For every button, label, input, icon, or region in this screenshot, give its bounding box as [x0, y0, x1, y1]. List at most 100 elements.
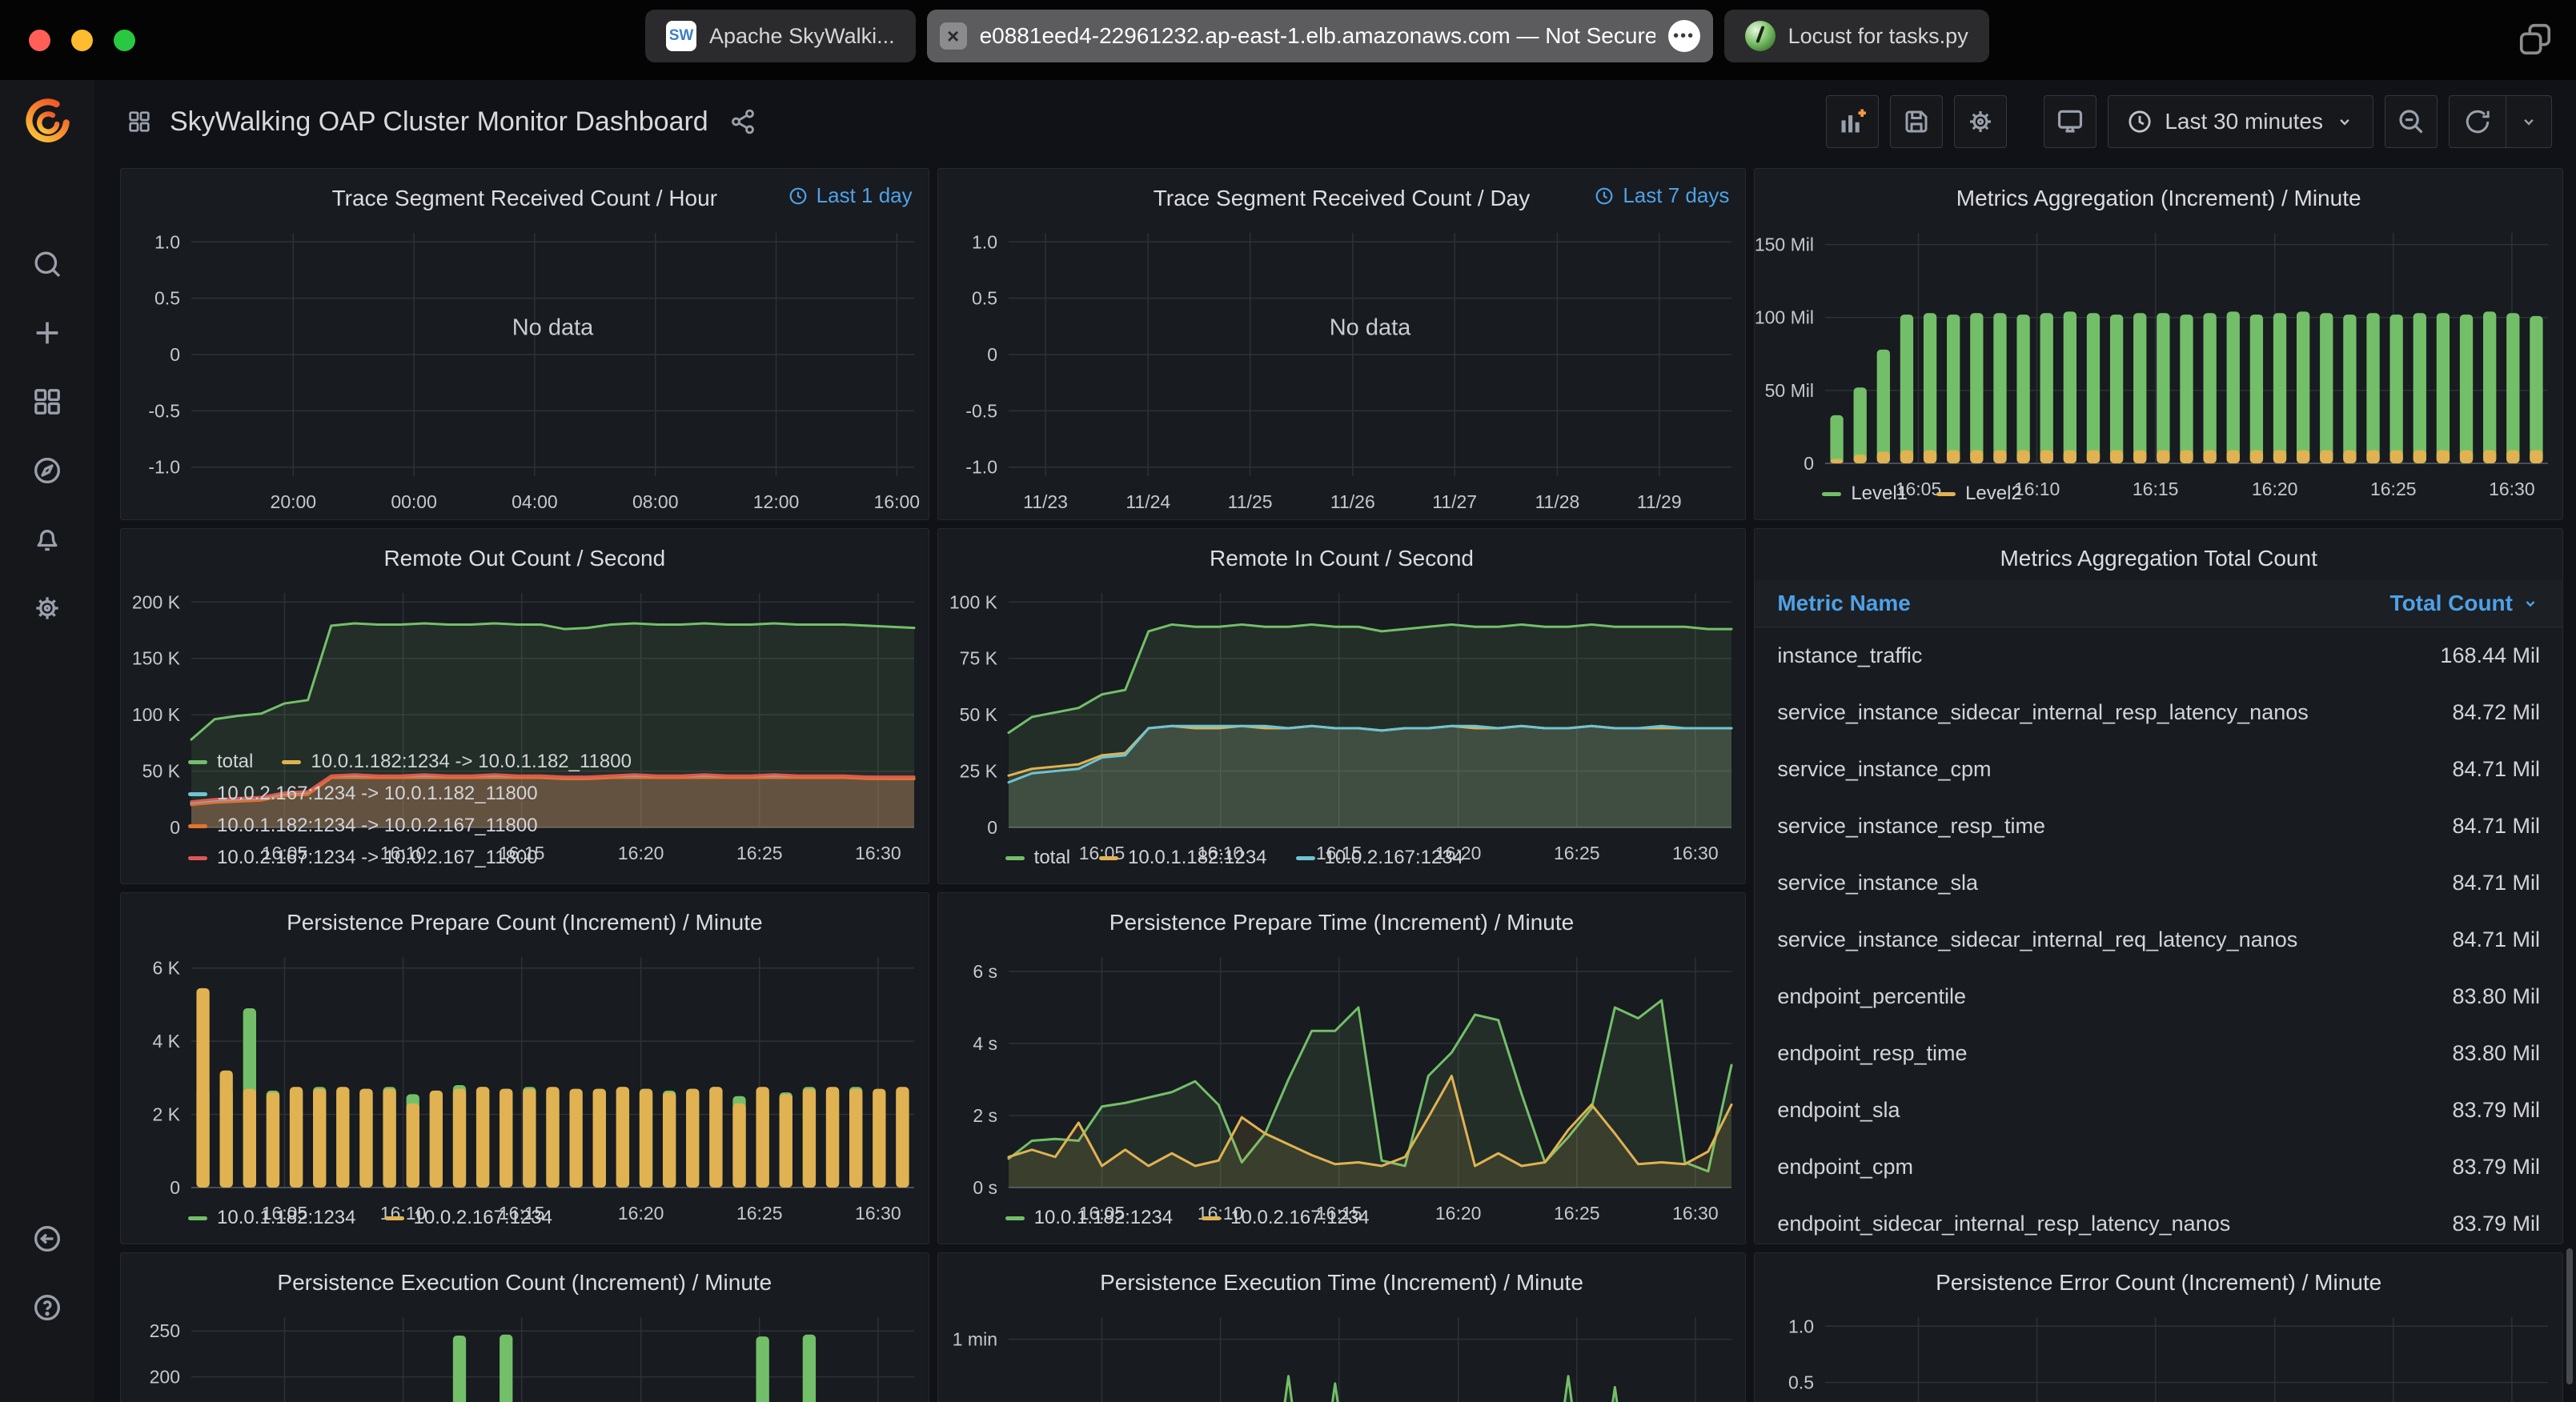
add-panel-button[interactable]	[1826, 95, 1879, 148]
tab-skywalking[interactable]: SW Apache SkyWalki...	[645, 10, 916, 62]
legend-color-dash	[385, 1216, 404, 1220]
refresh-interval-dropdown[interactable]	[2506, 96, 2551, 147]
svg-text:0: 0	[170, 1177, 180, 1198]
svg-text:No data: No data	[512, 315, 594, 341]
panel-trace-segment-hour: Trace Segment Received Count / Hour Last…	[120, 168, 929, 520]
apps-grid-icon[interactable]	[126, 109, 152, 134]
panel-persistence-execution-time: Persistence Execution Time (Increment) /…	[937, 1252, 1747, 1402]
svg-text:6 K: 6 K	[152, 958, 180, 979]
legend-item[interactable]: total	[1005, 843, 1070, 872]
tab-overview-icon[interactable]	[2517, 21, 2554, 58]
time-range-picker[interactable]: Last 30 minutes	[2108, 95, 2373, 148]
add-icon[interactable]	[31, 317, 63, 349]
tab-active-dashboard[interactable]: × e0881eed4-22961232.ap-east-1.elb.amazo…	[927, 10, 1713, 62]
panel-title[interactable]: Trace Segment Received Count / Hour	[332, 186, 717, 211]
tab-bar: SW Apache SkyWalki... × e0881eed4-229612…	[645, 10, 1989, 62]
legend-color-dash	[1822, 492, 1841, 496]
total-count-cell: 84.71 Mil	[2452, 927, 2540, 952]
legend-item[interactable]: 10.0.1.182:1234	[1099, 843, 1267, 872]
tab-options-icon[interactable]: •••	[1668, 20, 1700, 52]
tab-locust[interactable]: Locust for tasks.py	[1724, 10, 1989, 62]
dashboard-title: SkyWalking OAP Cluster Monitor Dashboard	[170, 106, 708, 138]
legend-item[interactable]: Level2	[1936, 479, 2022, 508]
refresh-button-group	[2449, 95, 2552, 148]
legend-item[interactable]: 10.0.2.167:1234 -> 10.0.2.167_11800	[188, 843, 538, 872]
panel-title[interactable]: Persistence Execution Count (Increment) …	[277, 1270, 772, 1296]
zoom-window-button[interactable]	[114, 30, 135, 51]
sign-out-icon[interactable]	[31, 1223, 63, 1255]
legend-item[interactable]: total	[188, 747, 253, 776]
panel-title[interactable]: Trace Segment Received Count / Day	[1154, 186, 1531, 211]
panel-persistence-execution-count: Persistence Execution Count (Increment) …	[120, 1252, 929, 1402]
dashboard-settings-button[interactable]	[1954, 95, 2007, 148]
tab-title: e0881eed4-22961232.ap-east-1.elb.amazona…	[980, 23, 1655, 49]
time-override-badge: Last 7 days	[1594, 183, 1729, 208]
panel-title[interactable]: Metrics Aggregation (Increment) / Minute	[1956, 186, 2361, 211]
legend-item[interactable]: Level1	[1822, 479, 1908, 508]
legend-item[interactable]: 10.0.2.167:1234	[385, 1204, 553, 1232]
save-dashboard-button[interactable]	[1890, 95, 1943, 148]
panel-title[interactable]: Persistence Execution Time (Increment) /…	[1100, 1270, 1583, 1296]
legend-item[interactable]: 10.0.1.182:1234 -> 10.0.1.182_11800	[282, 747, 632, 776]
panel-title[interactable]: Persistence Prepare Count (Increment) / …	[287, 910, 762, 935]
dashboards-icon[interactable]	[31, 386, 63, 418]
svg-text:11/24: 11/24	[1125, 491, 1170, 512]
main-area: SkyWalking OAP Cluster Monitor Dashboard…	[94, 80, 2576, 1402]
column-header-metric-name[interactable]: Metric Name	[1777, 591, 1911, 616]
panel-title[interactable]: Persistence Error Count (Increment) / Mi…	[1936, 1270, 2381, 1296]
alerting-bell-icon[interactable]	[31, 523, 63, 555]
total-count-cell: 83.80 Mil	[2452, 1041, 2540, 1066]
legend-item[interactable]: 10.0.2.167:1234	[1296, 843, 1464, 872]
chart-persistence-error-count: 1.00.50-0.5-1.016:0516:1016:1516:2016:25…	[1755, 1304, 2562, 1402]
metric-name-cell: service_instance_resp_time	[1777, 814, 2045, 839]
svg-text:200: 200	[150, 1367, 180, 1388]
chart-svg: 1 min40 s20 s0 s16:0516:1016:1516:2016:2…	[938, 1304, 1746, 1402]
chart-legend: total 10.0.1.182:1234 -> 10.0.1.182_11800…	[121, 746, 929, 883]
legend-color-dash	[1005, 1216, 1025, 1220]
panel-title[interactable]: Remote In Count / Second	[1210, 546, 1474, 571]
panel-title[interactable]: Metrics Aggregation Total Count	[2000, 546, 2317, 571]
panel-title[interactable]: Remote Out Count / Second	[383, 546, 665, 571]
grafana-logo[interactable]	[24, 98, 70, 144]
legend-color-dash	[188, 1216, 207, 1220]
legend-item[interactable]: 10.0.1.182:1234 -> 10.0.2.167_11800	[188, 811, 538, 840]
column-header-total-count[interactable]: Total Count	[2390, 591, 2540, 616]
svg-text:200 K: 200 K	[132, 591, 181, 612]
share-icon[interactable]	[729, 108, 756, 135]
svg-text:150 K: 150 K	[132, 648, 181, 669]
tab-title: Locust for tasks.py	[1788, 24, 1968, 49]
svg-text:04:00: 04:00	[512, 491, 558, 512]
svg-text:1.0: 1.0	[1788, 1316, 1814, 1336]
total-count-cell: 84.72 Mil	[2452, 700, 2540, 725]
legend-item[interactable]: 10.0.1.182:1234	[188, 1204, 356, 1232]
explore-compass-icon[interactable]	[31, 455, 63, 487]
chart-trace-segment-hour: 1.00.50-0.5-1.020:0000:0004:0008:0012:00…	[121, 220, 929, 519]
svg-text:08:00: 08:00	[632, 491, 679, 512]
legend-item[interactable]: 10.0.1.182:1234	[1005, 1204, 1174, 1232]
svg-text:11/27: 11/27	[1432, 491, 1477, 512]
svg-text:00:00: 00:00	[391, 491, 437, 512]
chart-remote-in: 100 K75 K50 K25 K016:0516:1016:1516:2016…	[938, 580, 1746, 842]
minimize-window-button[interactable]	[71, 30, 93, 51]
configuration-gear-icon[interactable]	[31, 592, 63, 624]
close-window-button[interactable]	[29, 30, 50, 51]
refresh-dashboard-button[interactable]	[2450, 96, 2506, 147]
chart-legend: 10.0.1.182:1234 10.0.2.167:1234	[938, 1202, 1746, 1244]
metric-name-cell: service_instance_sidecar_internal_req_la…	[1777, 927, 2297, 952]
legend-item[interactable]: 10.0.2.167:1234	[1202, 1204, 1370, 1232]
page-scrollbar[interactable]	[2566, 1248, 2573, 1384]
chart-svg: 100 K75 K50 K25 K016:0516:1016:1516:2016…	[938, 580, 1746, 871]
browser-titlebar: SW Apache SkyWalki... × e0881eed4-229612…	[0, 0, 2576, 80]
zoom-out-time-button[interactable]	[2385, 95, 2438, 148]
tv-cycle-button[interactable]	[2044, 95, 2097, 148]
legend-color-dash	[188, 760, 207, 764]
metric-name-cell: endpoint_sla	[1777, 1098, 1900, 1123]
panel-title[interactable]: Persistence Prepare Time (Increment) / M…	[1109, 910, 1574, 935]
close-tab-icon[interactable]: ×	[940, 22, 967, 50]
table-row: endpoint_cpm83.79 Mil	[1755, 1139, 2562, 1196]
search-icon[interactable]	[31, 248, 63, 280]
help-icon[interactable]	[31, 1292, 63, 1324]
svg-text:2 s: 2 s	[973, 1105, 997, 1126]
legend-item[interactable]: 10.0.2.167:1234 -> 10.0.1.182_11800	[188, 779, 538, 808]
total-count-cell: 83.79 Mil	[2452, 1212, 2540, 1236]
